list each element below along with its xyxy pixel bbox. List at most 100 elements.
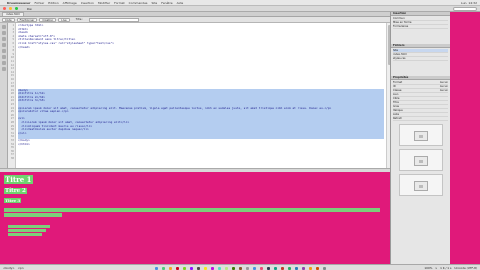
close-window-icon[interactable]: [3, 7, 6, 10]
property-label: Liste: [393, 113, 400, 116]
zoom-dropdown-icon[interactable]: v: [435, 266, 437, 270]
property-value: Aucun: [439, 81, 448, 84]
menu-view[interactable]: Affichage: [63, 1, 77, 5]
insert-category-label: Mise en forme: [393, 21, 412, 24]
menu-site[interactable]: Site: [152, 1, 158, 5]
image-icon: [413, 156, 428, 166]
property-row[interactable]: Retrait: [393, 117, 448, 121]
dock-app-icon[interactable]: [273, 266, 277, 270]
dock-app-icon[interactable]: [322, 266, 326, 270]
tag-p[interactable]: <p>: [18, 266, 24, 270]
property-label: Retrait: [393, 117, 402, 120]
tag-body[interactable]: <body>: [3, 266, 15, 270]
encoding: Unicode (UTF-8): [454, 265, 477, 270]
dock-app-icon[interactable]: [294, 266, 298, 270]
property-value: Aucun: [439, 89, 448, 92]
line-number: 38: [10, 156, 14, 160]
insert-category-label: Formulaires: [393, 25, 409, 28]
code-view-button[interactable]: Code: [2, 17, 15, 22]
tab-index-html[interactable]: index.html: [2, 12, 24, 16]
dock-app-icon[interactable]: [238, 266, 242, 270]
live-view-button[interactable]: Live: [58, 17, 70, 22]
comment-icon[interactable]: [1, 49, 6, 53]
dock-app-icon[interactable]: [224, 266, 228, 270]
menu-commands[interactable]: Commandes: [129, 1, 148, 5]
app-menu[interactable]: Dreamweaver: [7, 1, 30, 5]
design-view[interactable]: Titre 1 Titre 2 Titre 3: [0, 172, 390, 264]
menu-help[interactable]: Aide: [177, 1, 184, 5]
dock-app-icon[interactable]: [315, 266, 319, 270]
image-placeholder[interactable]: [398, 149, 443, 171]
minimize-window-icon[interactable]: [9, 7, 12, 10]
list-item[interactable]: [8, 229, 46, 232]
coding-toolbar: [0, 23, 8, 168]
list-item[interactable]: [8, 225, 50, 228]
file-size: 1 K / 1 s: [440, 265, 452, 270]
paragraph[interactable]: [4, 208, 380, 212]
heading-2[interactable]: Titre 2: [4, 188, 27, 194]
code-text[interactable]: <!doctype html> <html> <head> <meta charset…: [16, 23, 386, 168]
dock-app-icon[interactable]: [266, 266, 270, 270]
design-view-button[interactable]: Création: [39, 17, 57, 22]
dock-app-icon[interactable]: [252, 266, 256, 270]
code-editor: 1 2 3 4 5 6 7 8 9 10 11 12 13 14 15 16 17 18 19 20 21 22 23 24 2…: [0, 23, 391, 168]
dock-app-icon[interactable]: [196, 266, 200, 270]
search-input[interactable]: [453, 6, 477, 11]
zoom-window-icon[interactable]: [15, 7, 18, 10]
files-row-label: styles.css: [393, 57, 406, 60]
files-row-label: Site: [393, 49, 398, 52]
dock-app-icon[interactable]: [182, 266, 186, 270]
files-row[interactable]: styles.css: [393, 57, 448, 61]
format-source-icon[interactable]: [1, 67, 6, 71]
dock-app-icon[interactable]: [245, 266, 249, 270]
zoom-level[interactable]: 100%: [424, 266, 432, 270]
paragraph-end[interactable]: [4, 213, 62, 217]
dock-app-icon[interactable]: [308, 266, 312, 270]
dock-app-icon[interactable]: [168, 266, 172, 270]
menu-file[interactable]: Fichier: [34, 1, 44, 5]
menu-format[interactable]: Format: [114, 1, 125, 5]
dock-app-icon[interactable]: [259, 266, 263, 270]
dock-app-icon[interactable]: [217, 266, 221, 270]
title-input[interactable]: [89, 17, 140, 22]
dock-app-icon[interactable]: [203, 266, 207, 270]
menu-modify[interactable]: Modifier: [98, 1, 110, 5]
document-window: index.html Code Fractionner Création Liv…: [0, 12, 391, 172]
bullet-list: [8, 225, 386, 236]
property-label: Lien: [393, 93, 399, 96]
indent-icon[interactable]: [1, 55, 6, 59]
outdent-icon[interactable]: [1, 61, 6, 65]
open-documents-icon[interactable]: [1, 25, 6, 29]
dock-app-icon[interactable]: [189, 266, 193, 270]
dock-app-icon[interactable]: [210, 266, 214, 270]
properties-panel: Format Aucun ID Aucun Classe Aucun Lien Cible Ti…: [391, 80, 450, 122]
dock-app-icon[interactable]: [231, 266, 235, 270]
image-placeholder[interactable]: [398, 174, 443, 196]
dock-app-icon[interactable]: [287, 266, 291, 270]
menu-insert[interactable]: Insertion: [81, 1, 94, 5]
menu-edit[interactable]: Edition: [48, 1, 58, 5]
dock-app-icon[interactable]: [161, 266, 165, 270]
dock-app-icon[interactable]: [280, 266, 284, 270]
status-info: 100% v 1 K / 1 s Unicode (UTF-8): [424, 266, 477, 270]
image-placeholder[interactable]: [398, 124, 443, 146]
dock-app-icon[interactable]: [175, 266, 179, 270]
list-item[interactable]: [8, 233, 42, 236]
heading-1[interactable]: Titre 1: [4, 175, 33, 184]
dock-app-icon[interactable]: [154, 266, 158, 270]
property-label: Titre: [393, 101, 399, 104]
split-view-button[interactable]: Fractionner: [16, 17, 38, 22]
collapse-icon[interactable]: [1, 31, 6, 35]
menu-window[interactable]: Fenêtre: [161, 1, 172, 5]
property-label: ID: [393, 85, 396, 88]
property-label: Gras: [393, 105, 400, 108]
code-line: <p>Lorem ipsum dolor sit amet, consectet…: [18, 106, 384, 111]
heading-3[interactable]: Titre 3: [4, 198, 22, 203]
desktop-background: [450, 12, 480, 264]
property-label: Format: [393, 81, 403, 84]
select-parent-icon[interactable]: [1, 43, 6, 47]
expand-icon[interactable]: [1, 37, 6, 41]
dock-app-icon[interactable]: [301, 266, 305, 270]
insert-category[interactable]: Formulaires: [393, 25, 448, 29]
property-value: Aucun: [439, 85, 448, 88]
